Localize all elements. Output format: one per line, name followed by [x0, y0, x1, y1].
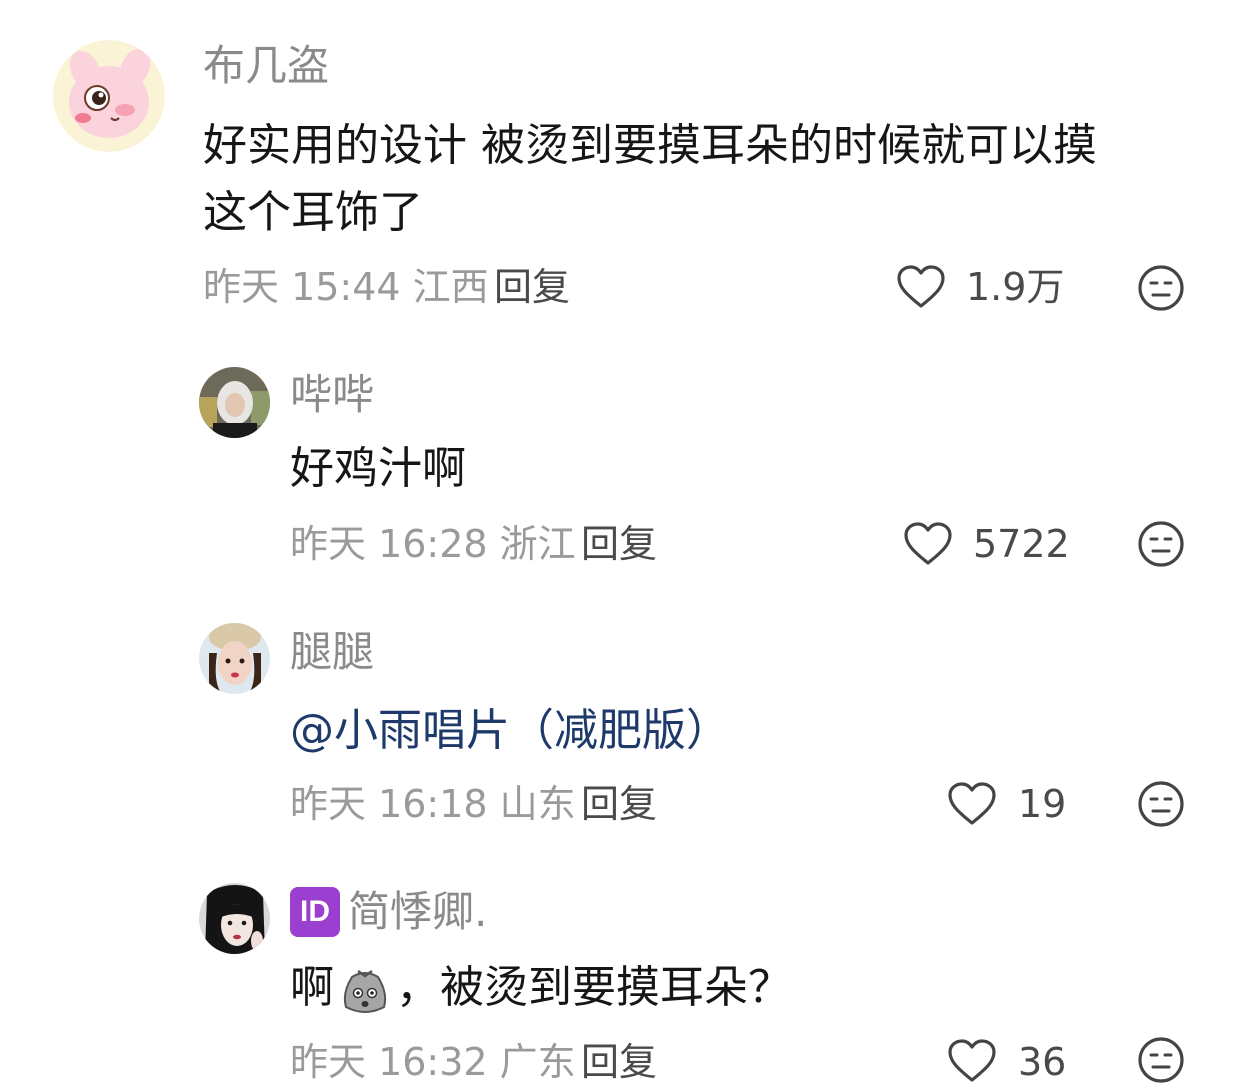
timestamp-location: 昨天 16:32 广东 [290, 1040, 576, 1084]
id-badge: ID [290, 887, 340, 937]
heart-outline-icon[interactable] [947, 1038, 997, 1084]
avatar[interactable] [199, 883, 270, 954]
reply-button[interactable]: 回复 [581, 1043, 657, 1081]
like-count: 36 [1018, 1040, 1067, 1084]
username[interactable]: ID 简悸卿. [290, 887, 487, 937]
comment-text-end: ，被烫到要摸耳朵？ [396, 962, 792, 1013]
username-text: 简悸卿. [348, 887, 488, 936]
comment-text: 啊 ，被烫到要摸耳朵？ [290, 955, 792, 1021]
comment-reply-item: ID 简悸卿. 啊 ，被烫到要摸耳朵？ 昨天 16:32 广东 回复 36 [0, 0, 1260, 1084]
comment-text-start: 啊 [290, 962, 334, 1013]
neutral-face-icon[interactable] [1137, 1036, 1185, 1084]
shocked-bag-face-emoji [343, 969, 387, 1013]
